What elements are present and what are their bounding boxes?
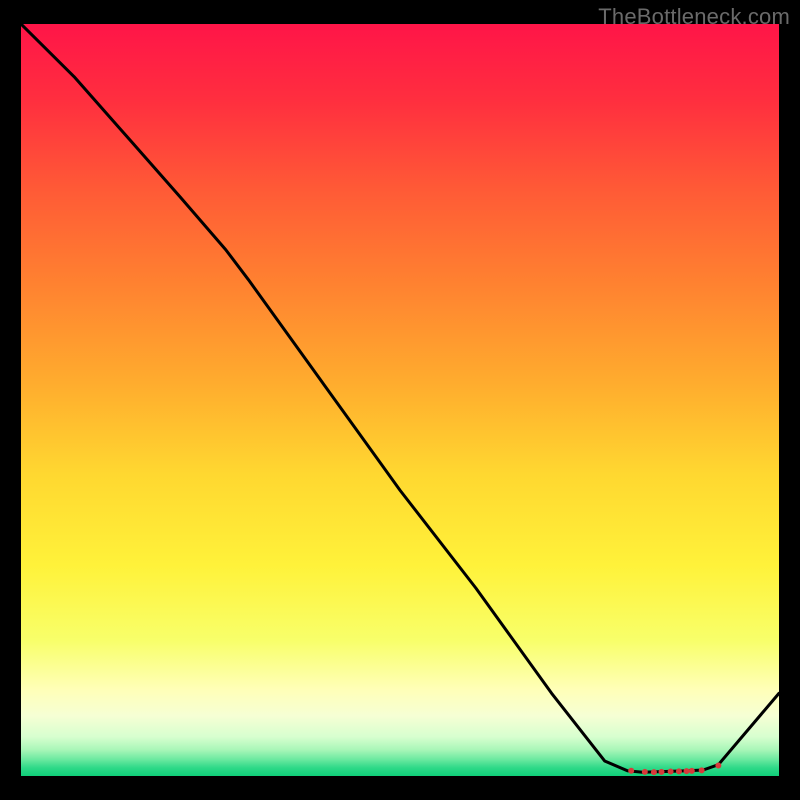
gradient-background — [21, 24, 779, 776]
marker-dot — [651, 769, 657, 775]
marker-dot — [659, 769, 665, 775]
marker-dot — [642, 769, 648, 775]
marker-dot — [699, 767, 705, 773]
chart-svg — [21, 24, 779, 776]
chart-plot-area — [21, 24, 779, 776]
marker-dot — [684, 768, 690, 774]
marker-dot — [676, 768, 682, 774]
marker-dot — [628, 768, 634, 774]
marker-dot — [668, 768, 674, 774]
watermark-text: TheBottleneck.com — [598, 4, 790, 30]
marker-dot — [715, 762, 721, 768]
marker-dot — [689, 768, 695, 774]
